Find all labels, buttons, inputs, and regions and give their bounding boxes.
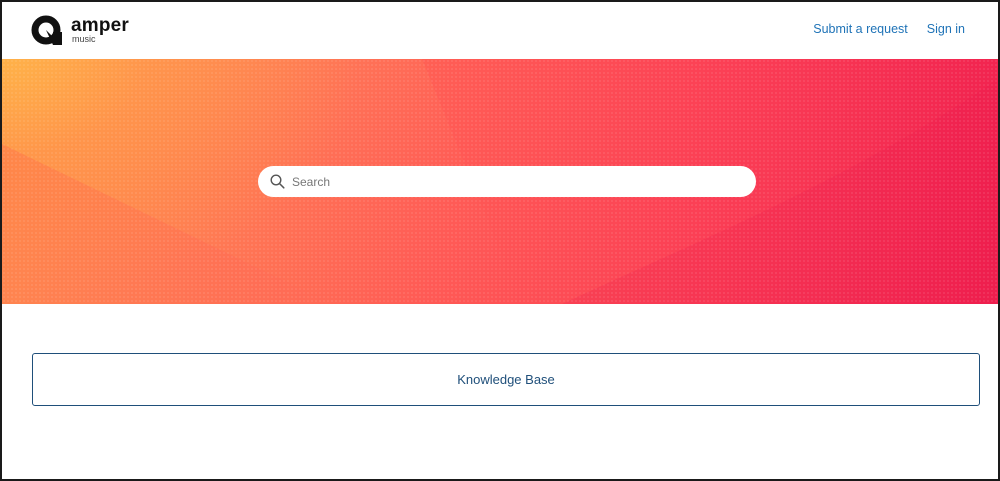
search-icon (270, 174, 285, 189)
search-input[interactable] (292, 174, 732, 189)
knowledge-base-category[interactable]: Knowledge Base (32, 353, 980, 406)
brand-logo[interactable]: amper music (31, 14, 129, 46)
brand-text: amper music (71, 14, 129, 44)
site-header: amper music Submit a request Sign in (2, 2, 998, 58)
amper-logo-icon (31, 15, 62, 45)
brand-name: amper (71, 15, 130, 36)
brand-subtitle: music (72, 34, 96, 44)
header-nav: Submit a request Sign in (813, 22, 965, 36)
sign-in-link[interactable]: Sign in (927, 22, 965, 36)
page-frame: amper music Submit a request Sign in Sea… (0, 0, 1000, 481)
knowledge-base-label: Knowledge Base (457, 372, 555, 387)
hero-banner (2, 59, 998, 304)
search-bar[interactable] (258, 166, 756, 197)
submit-request-link[interactable]: Submit a request (813, 22, 908, 36)
